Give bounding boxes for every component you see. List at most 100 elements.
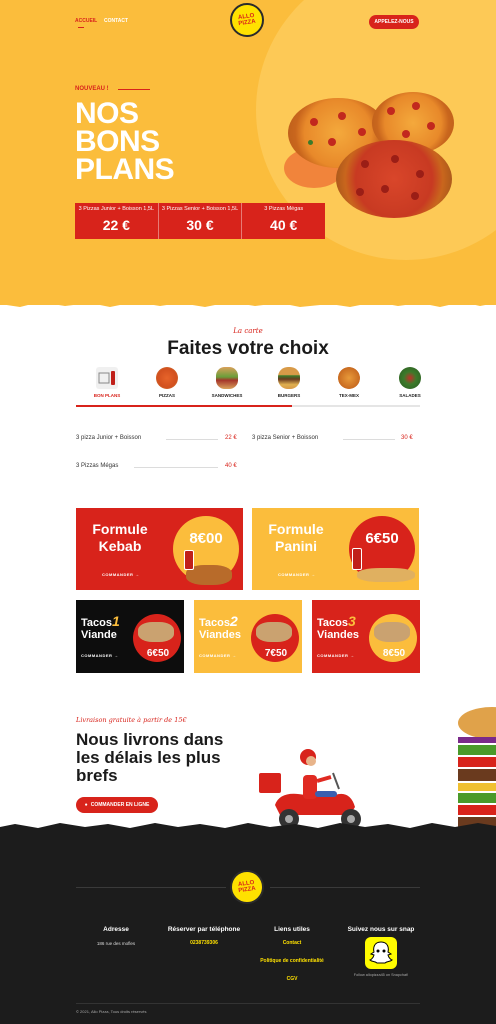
promo-title: Formule Panini: [268, 521, 324, 554]
footer-snap: Suivez nous sur snap Follow allopizza45 …: [340, 926, 422, 977]
footer-divider: [270, 887, 420, 888]
soda-can-image: [184, 550, 194, 570]
salad-icon: [399, 367, 421, 389]
nav-accueil[interactable]: ACCUEIL: [75, 18, 97, 28]
promo-card-panini[interactable]: Formule Panini COMMANDER → 6€50: [252, 508, 419, 590]
delivery-title: Nous livrons dans les délais les plus bref…: [76, 730, 224, 785]
texmex-icon: [338, 367, 360, 389]
panini-image: [357, 568, 415, 582]
cart-icon: ●: [84, 802, 88, 808]
deal-price: 22 €: [102, 217, 130, 233]
order-link[interactable]: COMMANDER →: [317, 653, 355, 658]
category-label: PIZZAS: [158, 393, 175, 398]
hero-tag-line: [118, 89, 150, 90]
footer-divider: [76, 1003, 420, 1004]
order-link[interactable]: COMMANDER →: [102, 572, 140, 577]
promo-title: Tacos3 Viandes: [317, 613, 359, 641]
order-link[interactable]: COMMANDER →: [81, 653, 119, 658]
promo-card-kebab[interactable]: Formule Kebab COMMANDER → 8€00: [76, 508, 243, 590]
category-label: BURGERS: [277, 393, 301, 398]
snap-caption: Follow allopizza45 on Snapchat!: [353, 973, 409, 977]
category-progress: [76, 405, 420, 407]
nav-contact[interactable]: CONTACT: [104, 18, 128, 24]
category-label: BON PLANS: [93, 393, 121, 398]
deals-bar: 3 Pizzas Junior + Boisson 1,5L 22 € 3 Pi…: [75, 203, 325, 239]
logo[interactable]: ALLO PIZZA: [230, 3, 264, 37]
footer: ALLO PIZZA Adresse 186 rue des mofles Rés…: [0, 828, 496, 1024]
category-progress-fill: [76, 405, 292, 407]
torn-edge: [0, 299, 496, 307]
bon-plans-icon: [96, 367, 118, 389]
contact-link[interactable]: Contact: [248, 940, 336, 946]
footer-heading: Réserver par téléphone: [167, 926, 241, 933]
dot-leader: [166, 439, 218, 440]
deal-megas[interactable]: 3 Pizzas Mégas 40 €: [242, 203, 325, 239]
hero-title: NOS BONS PLANS: [75, 97, 175, 186]
footer-address-text: 186 rue des mofles: [96, 941, 136, 946]
soda-can-image: [352, 548, 362, 570]
burger-icon: [278, 367, 300, 389]
privacy-link[interactable]: Politique de confidentialité: [248, 958, 336, 964]
deal-junior[interactable]: 3 Pizzas Junior + Boisson 1,5L 22 €: [75, 203, 159, 239]
pizza-image: [336, 140, 452, 218]
tacos-image: [374, 622, 410, 642]
footer-divider: [76, 887, 226, 888]
category-label: SALADES: [399, 393, 421, 398]
footer-links: Liens utiles Contact Politique de confid…: [248, 926, 336, 982]
dot-leader: [134, 467, 218, 468]
promo-card-tacos-3[interactable]: Tacos3 Viandes COMMANDER → 8€50: [312, 600, 420, 673]
deal-price: 40 €: [270, 217, 298, 233]
deal-title: 3 Pizzas Junior + Boisson 1,5L: [78, 206, 155, 212]
logo-text: ALLO PIZZA: [238, 12, 257, 28]
delivery-label: Livraison gratuite à partir de 15€: [76, 716, 187, 724]
call-us-button[interactable]: APPELEZ-NOUS: [369, 15, 419, 29]
deal-title: 3 Pizzas Mégas: [264, 206, 304, 212]
category-pizzas[interactable]: PIZZAS: [144, 367, 190, 398]
menu-item-name: 3 pizza Senior + Boisson: [252, 435, 319, 441]
menu-label: La carte: [233, 327, 263, 335]
hero-tag: NOUVEAU !: [75, 86, 109, 92]
menu-item-name: 3 Pizzas Mégas: [76, 463, 119, 469]
hero-section: ACCUEIL CONTACT ALLO PIZZA APPELEZ-NOUS N…: [0, 0, 496, 305]
dot-leader: [343, 439, 395, 440]
deal-senior[interactable]: 3 Pizzas Senior + Boisson 1,5L 30 €: [159, 203, 243, 239]
promo-card-tacos-2[interactable]: Tacos2 Viandes COMMANDER → 7€50: [194, 600, 302, 673]
promo-title: Tacos1 Viande: [81, 613, 120, 641]
category-label: SANDWICHES: [211, 393, 243, 398]
cgv-link[interactable]: CGV: [248, 976, 336, 982]
promo-price: 6€50: [146, 648, 170, 659]
category-burgers[interactable]: BURGERS: [266, 367, 312, 398]
promo-card-tacos-1[interactable]: Tacos1 Viande COMMANDER → 6€50: [76, 600, 184, 673]
promo-price: 8€50: [382, 648, 406, 659]
footer-heading: Liens utiles: [274, 926, 310, 933]
footer-heading: Adresse: [103, 926, 129, 933]
category-bon-plans[interactable]: BON PLANS: [84, 367, 130, 398]
snapcode-icon[interactable]: [365, 937, 397, 969]
order-link[interactable]: COMMANDER →: [278, 572, 316, 577]
sandwich-icon: [216, 367, 238, 389]
order-online-button[interactable]: ● COMMANDER EN LIGNE: [76, 797, 158, 813]
tacos-image: [138, 622, 174, 642]
deal-price: 30 €: [186, 217, 214, 233]
menu-item-price: 30 €: [401, 435, 413, 441]
footer-logo[interactable]: ALLO PIZZA: [230, 870, 264, 904]
promo-title: Formule Kebab: [92, 521, 148, 554]
order-link[interactable]: COMMANDER →: [199, 653, 237, 658]
promo-title: Tacos2 Viandes: [199, 613, 241, 641]
category-label: TEX-MEX: [338, 393, 359, 398]
menu-item-name: 3 pizza Junior + Boisson: [76, 435, 142, 441]
footer-phone: Réserver par téléphone 0238739306: [158, 926, 250, 946]
menu-item-price: 22 €: [225, 435, 237, 441]
phone-link[interactable]: 0238739306: [158, 940, 250, 946]
menu-item-price: 40 €: [225, 463, 237, 469]
logo-text: ALLO PIZZA: [238, 879, 257, 895]
category-sandwiches[interactable]: SANDWICHES: [204, 367, 250, 398]
deal-title: 3 Pizzas Senior + Boisson 1,5L: [161, 206, 239, 212]
pizza-icon: [156, 367, 178, 389]
footer-heading: Suivez nous sur snap: [347, 926, 415, 933]
category-salades[interactable]: SALADES: [387, 367, 433, 398]
promo-price: 6€50: [365, 530, 399, 547]
order-online-label: COMMANDER EN LIGNE: [90, 802, 150, 808]
promo-price: 7€50: [264, 648, 288, 659]
category-tex-mex[interactable]: TEX-MEX: [326, 367, 372, 398]
